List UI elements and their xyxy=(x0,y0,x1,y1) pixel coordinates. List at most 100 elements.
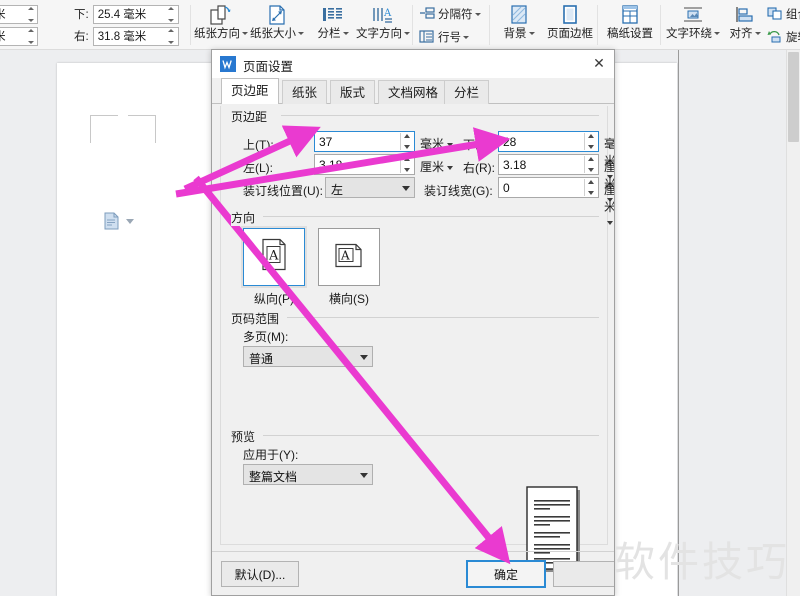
footer-divider xyxy=(212,551,614,552)
vertical-scrollbar[interactable] xyxy=(786,50,800,596)
ribbon-divider xyxy=(190,5,191,45)
gutter-width-spinner[interactable] xyxy=(584,179,597,196)
paper-size-button[interactable]: 纸张大小 xyxy=(250,2,304,48)
chevron-down-icon[interactable] xyxy=(402,186,410,191)
align-button[interactable]: 对齐 xyxy=(723,2,767,48)
orientation-group-title: 方向 xyxy=(231,209,261,226)
chevron-down-icon[interactable] xyxy=(360,473,368,478)
cancel-button[interactable] xyxy=(553,561,614,587)
text-wrap-label: 文字环绕 xyxy=(662,28,724,41)
background-label: 背景 xyxy=(492,28,546,41)
chevron-down-icon[interactable] xyxy=(126,218,134,224)
margin-left-input[interactable]: 3.18 xyxy=(314,154,415,175)
columns-label: 分栏 xyxy=(306,28,360,41)
paper-orientation-label: 纸张方向 xyxy=(194,28,248,41)
margin-bottom-label: 下(B): xyxy=(463,138,495,152)
margin-left-value: 31.8 毫米 xyxy=(0,28,6,44)
group-button[interactable]: 组合 xyxy=(766,3,800,24)
line-number-icon xyxy=(418,28,436,45)
tab-layout[interactable]: 版式 xyxy=(330,80,376,104)
paper-orientation-button[interactable]: 纸张方向 xyxy=(194,2,248,48)
page-border-button[interactable]: 页面边框 xyxy=(539,2,601,48)
paste-options-button[interactable] xyxy=(104,212,134,230)
gutter-position-value: 左 xyxy=(331,183,344,197)
orientation-portrait-option[interactable]: A xyxy=(241,226,307,288)
chevron-down-icon[interactable] xyxy=(360,355,368,360)
columns-button[interactable]: 分栏 xyxy=(306,2,360,48)
margin-bottom-spinner[interactable] xyxy=(167,6,176,22)
margin-bottom-field[interactable]: 25.4 毫米 xyxy=(92,4,179,24)
multi-page-select[interactable]: 普通 xyxy=(243,346,373,367)
margin-top-spinner[interactable] xyxy=(26,6,35,22)
multi-page-label: 多页(M): xyxy=(243,330,289,344)
margins-group-rule xyxy=(281,115,599,116)
dialog-panel: 页边距 上(T): 37 毫米 下(B): 28 毫米 左(L): 3.18 厘… xyxy=(212,104,614,595)
align-label: 对齐 xyxy=(723,28,767,41)
tab-columns[interactable]: 分栏 xyxy=(444,80,490,104)
margin-right-input[interactable]: 3.18 xyxy=(498,154,599,175)
preview-group-rule xyxy=(263,435,599,436)
gutter-width-unit[interactable]: 厘米 xyxy=(604,181,614,229)
page-setup-dialog[interactable]: 页面设置 ✕ 页边距 纸张 版式 文档网格 分栏 页边距 上(T): 37 毫米… xyxy=(211,49,615,596)
margin-left-value: 3.18 xyxy=(319,158,343,172)
margin-left-field[interactable]: 31.8 毫米 xyxy=(0,26,38,46)
text-wrap-button[interactable]: 文字环绕 xyxy=(662,2,724,48)
margin-top-input[interactable]: 37 xyxy=(314,131,415,152)
dialog-content: 页边距 上(T): 37 毫米 下(B): 28 毫米 左(L): 3.18 厘… xyxy=(220,106,614,545)
margin-right-spinner[interactable] xyxy=(167,28,176,44)
margin-right-row: 右: 31.8 毫米 xyxy=(74,26,179,46)
margin-bottom-row: 下: 25.4 毫米 xyxy=(74,4,179,24)
margin-right-spinner[interactable] xyxy=(584,156,597,173)
watermark-text: 软件技巧 xyxy=(614,538,790,586)
orientation-portrait-label: 纵向(P) xyxy=(254,292,294,306)
apply-to-select[interactable]: 整篇文档 xyxy=(243,464,373,485)
rotate-button[interactable]: 旋转 xyxy=(766,26,800,47)
margin-marker-top-left xyxy=(90,115,118,143)
margin-left-spinner[interactable] xyxy=(400,156,413,173)
group-icon xyxy=(766,5,784,22)
margin-top-spinner[interactable] xyxy=(400,133,413,150)
text-direction-button[interactable]: A 文字方向 xyxy=(356,2,410,48)
margin-left-unit[interactable]: 厘米 xyxy=(420,158,454,175)
scrollbar-thumb[interactable] xyxy=(788,52,799,142)
ok-button[interactable]: 确定 xyxy=(466,560,546,588)
margin-left-spinner[interactable] xyxy=(26,28,35,44)
gutter-position-select[interactable]: 左 xyxy=(325,177,415,198)
rotate-icon xyxy=(766,28,784,45)
multi-page-value: 普通 xyxy=(249,352,274,366)
margin-right-field[interactable]: 31.8 毫米 xyxy=(92,26,179,46)
separator-label: 分隔符 xyxy=(438,6,481,22)
align-icon xyxy=(723,3,767,27)
separator-button[interactable]: 分隔符 xyxy=(418,3,481,24)
default-button[interactable]: 默认(D)... xyxy=(221,561,299,587)
rotate-label: 旋转 xyxy=(786,31,800,44)
grid-paper-button[interactable]: 稿纸设置 xyxy=(599,2,661,48)
tab-paper[interactable]: 纸张 xyxy=(282,80,328,104)
tab-doc-grid[interactable]: 文档网格 xyxy=(378,80,449,104)
tab-page-margins[interactable]: 页边距 xyxy=(221,78,279,104)
text-wrap-icon xyxy=(662,3,724,27)
paper-orientation-icon xyxy=(194,3,248,27)
ribbon-toolbar: 25.4 毫米 31.8 毫米 下: 25.4 毫米 右: 31.8 毫米 xyxy=(0,0,800,50)
gutter-width-label: 装订线宽(G): xyxy=(424,184,493,198)
orientation-group-rule xyxy=(263,216,599,217)
paper-size-label: 纸张大小 xyxy=(250,28,304,41)
close-icon[interactable]: ✕ xyxy=(584,52,614,76)
dialog-title: 页面设置 xyxy=(243,60,294,74)
line-number-label: 行号 xyxy=(438,29,469,45)
margin-top-unit[interactable]: 毫米 xyxy=(420,135,454,152)
orientation-landscape-option[interactable]: A xyxy=(318,228,380,286)
gutter-width-input[interactable]: 0 xyxy=(498,177,599,198)
page-border-label: 页面边框 xyxy=(547,28,593,40)
ribbon-divider-4 xyxy=(597,5,598,45)
dialog-tabs: 页边距 纸张 版式 文档网格 分栏 xyxy=(212,78,614,104)
margin-top-value: 25.4 毫米 xyxy=(0,6,6,22)
background-button[interactable]: 背景 xyxy=(492,2,546,48)
margin-bottom-input[interactable]: 28 xyxy=(498,131,599,152)
landscape-page-icon: A xyxy=(333,241,365,274)
line-number-button[interactable]: 行号 xyxy=(418,26,469,47)
margin-top-field[interactable]: 25.4 毫米 xyxy=(0,4,38,24)
page-border-icon xyxy=(539,3,601,27)
svg-text:A: A xyxy=(268,249,279,264)
margin-bottom-spinner[interactable] xyxy=(584,133,597,150)
